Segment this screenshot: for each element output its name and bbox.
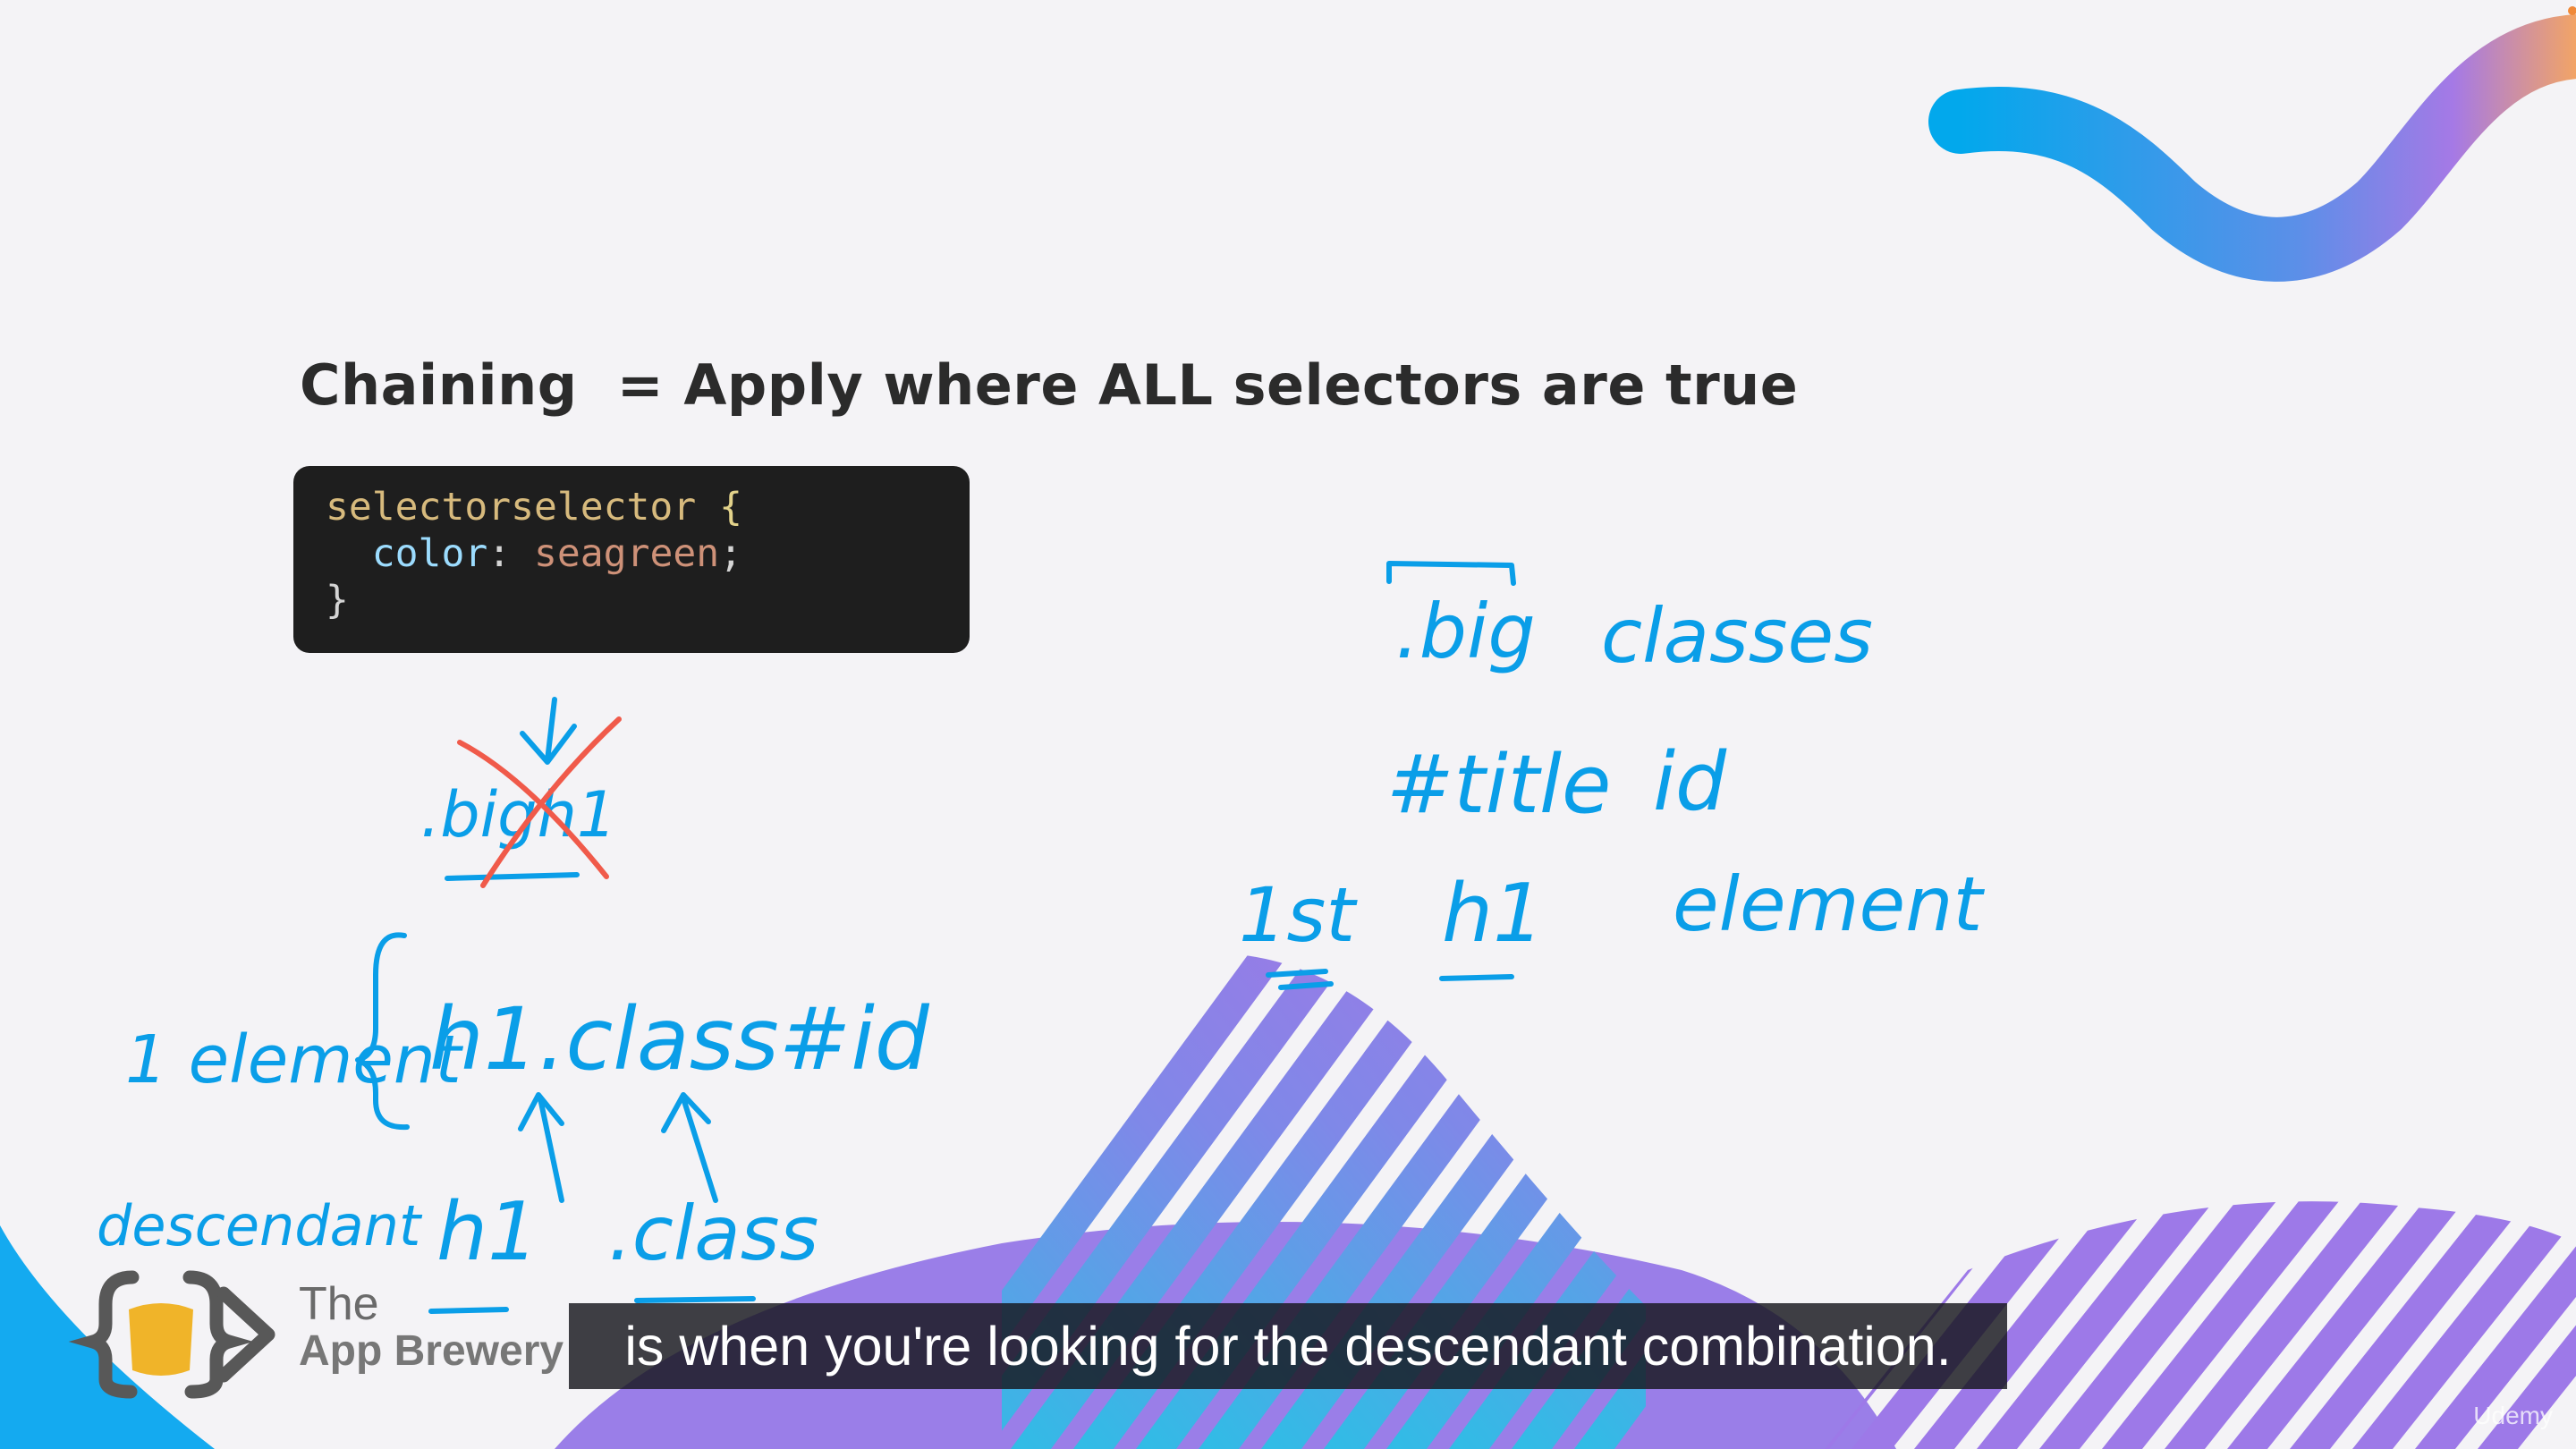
udemy-watermark: Udemy — [2473, 1402, 2553, 1429]
brand-name: App Brewery — [299, 1327, 564, 1375]
lecture-video-frame[interactable]: Chaining = Apply where ALL selectors are… — [0, 0, 2576, 1449]
brand-the: The — [299, 1278, 379, 1330]
subtitle-caption: is when you're looking for the descendan… — [569, 1303, 2007, 1389]
app-brewery-logo-icon — [68, 1270, 275, 1399]
